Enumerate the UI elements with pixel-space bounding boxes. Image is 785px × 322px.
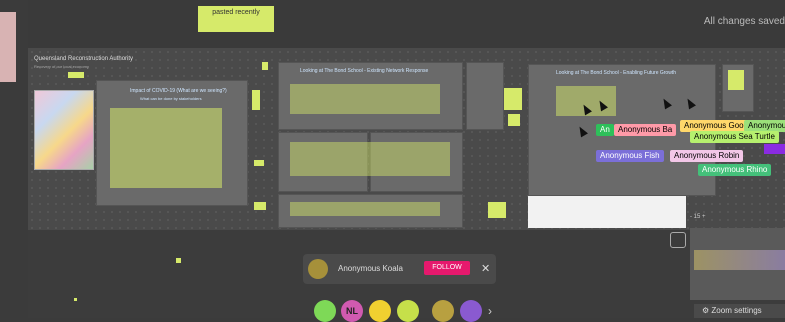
collaborator-badge-extra <box>764 144 785 154</box>
panel-covid-subtitle: What can be done by stakeholders <box>140 96 202 101</box>
avatar[interactable] <box>397 300 419 322</box>
panel-network-title: Looking at The Bond School - Existing Ne… <box>300 68 429 74</box>
white-box[interactable] <box>528 196 686 228</box>
collaborator-tag: Anonymous Robin <box>670 150 744 162</box>
chevron-right-icon[interactable]: › <box>488 304 492 318</box>
left-edge-panel <box>0 12 16 82</box>
collaborator-tag: An <box>596 124 614 136</box>
save-status: All changes saved <box>703 16 785 27</box>
sticky-cluster-7[interactable] <box>488 202 506 218</box>
board-subtitle: Recovery of our local economy <box>34 64 89 69</box>
sticky-cluster-2[interactable] <box>262 62 268 70</box>
gear-icon: ⚙ <box>702 306 710 315</box>
top-canvas <box>28 0 785 48</box>
collaborator-tag: Anonymous Fish <box>596 150 664 162</box>
avatar[interactable] <box>432 300 454 322</box>
avatar[interactable] <box>460 300 482 322</box>
lower-sticky[interactable] <box>74 298 77 301</box>
avatar[interactable] <box>314 300 336 322</box>
close-icon[interactable]: ✕ <box>481 262 490 275</box>
collaborator-tag: Anonymous Rhino <box>698 164 772 176</box>
top-sticky-text: pasted recently <box>212 9 260 16</box>
collaborator-tag: Anonymous Ba <box>614 124 677 136</box>
sticky-cluster-6[interactable] <box>508 114 520 126</box>
top-sticky-note[interactable]: pasted recently <box>198 6 274 32</box>
panel-small-right[interactable] <box>466 62 504 130</box>
sticky-cluster-4[interactable] <box>254 202 266 210</box>
sticky-cluster-8[interactable] <box>728 70 744 90</box>
panel-covid-title: Impact of COVID-19 (What are we seeing?) <box>130 88 227 94</box>
sticky-cluster-1[interactable] <box>252 90 260 110</box>
follow-name: Anonymous Koala <box>338 264 403 273</box>
panel-future-title: Looking at The Bond School - Enabling Fu… <box>556 70 676 76</box>
minimap-zoom[interactable]: - 15 + <box>690 214 706 220</box>
sticky-cluster-9[interactable] <box>110 108 222 188</box>
screenshot-icon[interactable] <box>670 232 686 248</box>
board-header-badge <box>68 72 84 78</box>
zoom-settings-button[interactable]: ⚙ Zoom settings <box>694 304 785 318</box>
sticky-cluster-12[interactable] <box>290 202 440 216</box>
sticky-cluster-3[interactable] <box>254 160 264 166</box>
zoom-settings-label: Zoom settings <box>711 306 762 315</box>
avatar[interactable]: NL <box>341 300 363 322</box>
board-title: Queensland Reconstruction Authority <box>34 56 134 62</box>
sticky-cluster-5[interactable] <box>504 88 522 110</box>
map-image[interactable] <box>34 90 94 170</box>
collaborator-tag: Anonymous Sea Turtle <box>690 131 779 143</box>
lower-sticky[interactable] <box>176 258 181 263</box>
sticky-cluster-11[interactable] <box>290 142 450 176</box>
minimap-highlight <box>694 250 785 270</box>
follow-avatar <box>308 259 328 279</box>
follow-button[interactable]: FOLLOW <box>424 261 470 275</box>
avatar[interactable] <box>369 300 391 322</box>
sticky-cluster-10[interactable] <box>290 84 440 114</box>
